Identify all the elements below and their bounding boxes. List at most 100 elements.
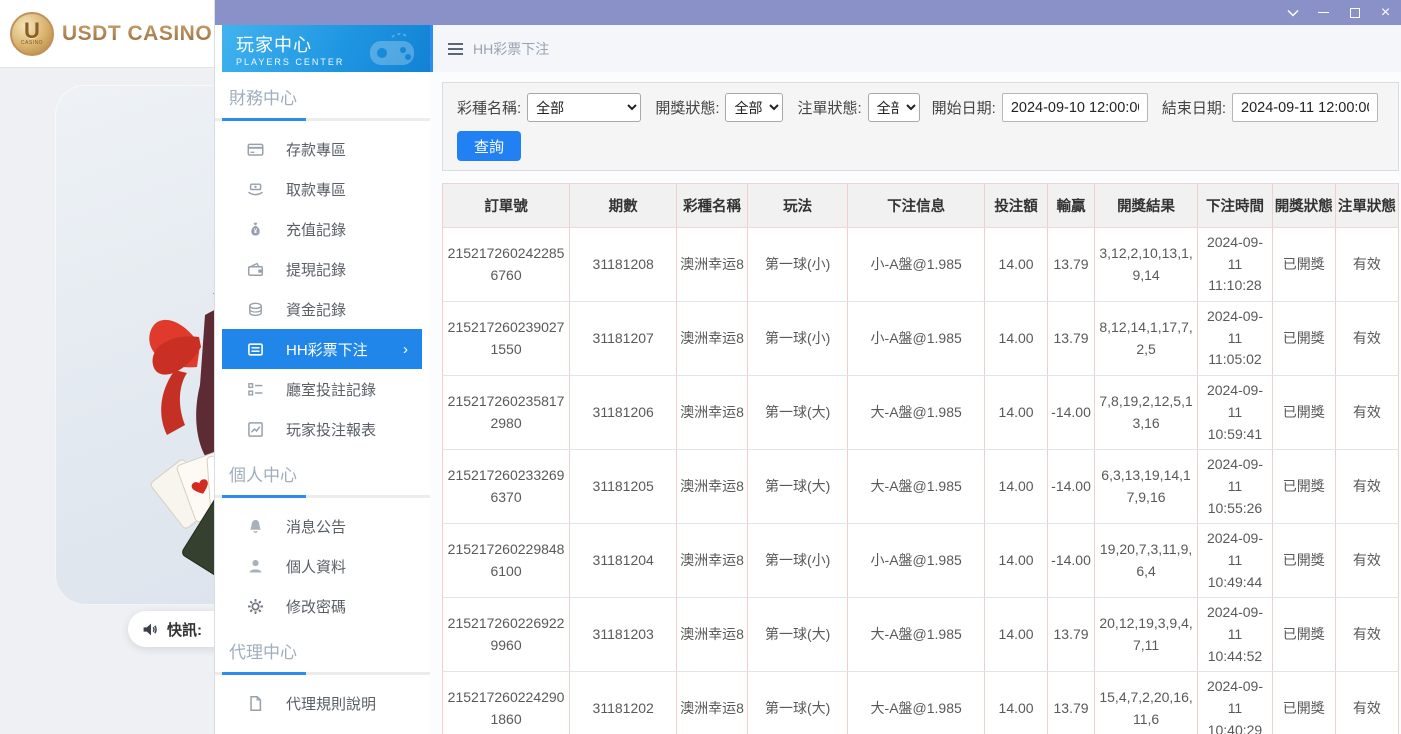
table-cell: 13.79	[1048, 302, 1095, 376]
table-cell: 2152172602298486100	[443, 524, 570, 598]
window-close-button[interactable]: ×	[1370, 0, 1401, 25]
table-row: 215217260239027155031181207澳洲幸运8第一球(小)小-…	[443, 302, 1399, 376]
sidebar-item-deposit-zone[interactable]: 存款專區	[215, 129, 430, 169]
start-date-label: 開始日期:	[932, 97, 996, 118]
money-bag-icon: ¥	[247, 221, 264, 238]
section-divider	[215, 118, 430, 121]
table-cell: 2152172602269229960	[443, 598, 570, 672]
sidebar-header: 玩家中心 PLAYERS CENTER	[222, 25, 430, 72]
table-cell: 20,12,19,3,9,4,7,11	[1094, 598, 1197, 672]
table-cell: 2152172602242901860	[443, 672, 570, 734]
sidebar-item-agent-rules[interactable]: 代理規則說明	[215, 683, 430, 723]
table-row: 215217260229848610031181204澳洲幸运8第一球(小)小-…	[443, 524, 1399, 598]
table-cell: 小-A盤@1.985	[848, 302, 985, 376]
draw-status-select[interactable]: 全部	[725, 93, 783, 122]
sidebar-item-change-password[interactable]: 修改密碼	[215, 586, 430, 626]
table-cell: 有效	[1335, 524, 1398, 598]
promo-card	[55, 85, 215, 605]
sidebar-item-recharge-record[interactable]: ¥ 充值記錄	[215, 209, 430, 249]
minimize-icon	[1318, 12, 1329, 13]
table-cell: 2024-09-11 10:40:29	[1198, 672, 1273, 734]
hamburger-menu-icon[interactable]	[448, 43, 463, 55]
bets-table: 訂單號期數彩種名稱玩法下注信息投注額輸贏開獎結果下注時間開獎狀態注單狀態 215…	[442, 183, 1399, 734]
table-cell: 大-A盤@1.985	[848, 598, 985, 672]
news-ticker: 快訊:	[128, 611, 215, 647]
table-cell: 澳洲幸运8	[677, 524, 748, 598]
content-area: 彩種名稱: 全部 開獎狀態: 全部 注單狀態: 全部 開始日期: 結束日期: 查…	[430, 72, 1401, 734]
table-cell: 2152172602358172980	[443, 376, 570, 450]
window-maximize-button[interactable]	[1339, 0, 1370, 25]
window-minimize-button[interactable]	[1308, 0, 1339, 25]
table-cell: 6,3,13,19,14,17,9,16	[1094, 450, 1197, 524]
close-icon: ×	[1381, 5, 1390, 21]
section-title: 個人中心	[215, 461, 430, 486]
column-header: 期數	[570, 184, 677, 228]
table-cell: 澳洲幸运8	[677, 228, 748, 302]
section-title: 財務中心	[215, 84, 430, 109]
sidebar-item-profile[interactable]: 個人資料	[215, 546, 430, 586]
table-row: 215217260224290186031181202澳洲幸运8第一球(大)大-…	[443, 672, 1399, 734]
column-header: 注單狀態	[1335, 184, 1398, 228]
breadcrumb-bar: HH彩票下注	[430, 25, 1401, 72]
wallet-icon	[247, 261, 264, 278]
table-cell: 13.79	[1048, 598, 1095, 672]
table-cell: 已開獎	[1272, 598, 1335, 672]
table-cell: 14.00	[985, 524, 1048, 598]
table-cell: 澳洲幸运8	[677, 302, 748, 376]
table-cell: 31181205	[570, 450, 677, 524]
filter-panel: 彩種名稱: 全部 開獎狀態: 全部 注單狀態: 全部 開始日期: 結束日期: 查…	[442, 82, 1399, 171]
table-cell: 31181203	[570, 598, 677, 672]
sidebar-item-room-bet-record[interactable]: 廳室投註記錄	[215, 369, 430, 409]
table-cell: 已開獎	[1272, 302, 1335, 376]
coin-letter: U	[24, 22, 40, 40]
sidebar-section-finance: 財務中心 存款專區 取款專區 ¥ 充值記錄	[215, 84, 430, 449]
table-cell: -14.00	[1048, 376, 1095, 450]
draw-status-label: 開獎狀態:	[655, 97, 719, 118]
brand-name: USDT CASINO	[62, 22, 212, 46]
table-cell: 有效	[1335, 228, 1398, 302]
end-date-input[interactable]	[1232, 93, 1378, 122]
table-cell: 澳洲幸运8	[677, 450, 748, 524]
lottery-name-select[interactable]: 全部	[527, 93, 641, 122]
table-cell: 2024-09-11 10:55:26	[1198, 450, 1273, 524]
sidebar-item-funds-record[interactable]: 資金記錄	[215, 289, 430, 329]
lottery-name-label: 彩種名稱:	[457, 97, 521, 118]
sidebar-item-announcements[interactable]: 消息公告	[215, 506, 430, 546]
sidebar-item-withdrawal-record[interactable]: 提現記錄	[215, 249, 430, 289]
window-collapse-button[interactable]	[1277, 0, 1308, 25]
query-button[interactable]: 查詢	[457, 131, 521, 161]
start-date-input[interactable]	[1002, 93, 1148, 122]
table-cell: 大-A盤@1.985	[848, 376, 985, 450]
column-header: 下注信息	[848, 184, 985, 228]
table-cell: 第一球(大)	[747, 598, 847, 672]
table-cell: 3,12,2,10,13,1,9,14	[1094, 228, 1197, 302]
column-header: 投注額	[985, 184, 1048, 228]
table-cell: -14.00	[1048, 524, 1095, 598]
table-cell: 14.00	[985, 302, 1048, 376]
table-row: 215217260233269637031181205澳洲幸运8第一球(大)大-…	[443, 450, 1399, 524]
sidebar-item-hh-lottery-bets[interactable]: HH彩票下注 ›	[222, 329, 422, 369]
withdraw-hand-icon	[247, 181, 264, 198]
table-cell: 已開獎	[1272, 376, 1335, 450]
table-row: 215217260235817298031181206澳洲幸运8第一球(大)大-…	[443, 376, 1399, 450]
sidebar-item-player-bet-report[interactable]: 玩家投注報表	[215, 409, 430, 449]
table-cell: 第一球(小)	[747, 524, 847, 598]
sidebar-item-withdraw-zone[interactable]: 取款專區	[215, 169, 430, 209]
column-header: 下注時間	[1198, 184, 1273, 228]
table-cell: 2024-09-11 11:05:02	[1198, 302, 1273, 376]
table-cell: 小-A盤@1.985	[848, 524, 985, 598]
sidebar-section-personal: 個人中心 消息公告 個人資料 修改密碼	[215, 461, 430, 626]
breadcrumb: HH彩票下注	[473, 39, 549, 59]
table-cell: 2024-09-11 11:10:28	[1198, 228, 1273, 302]
order-status-select[interactable]: 全部	[868, 93, 920, 122]
section-title: 代理中心	[215, 638, 430, 663]
table-cell: 第一球(大)	[747, 672, 847, 734]
sidebar-item-agent-promotion[interactable]: 代理推廣管理	[215, 723, 430, 734]
gear-icon	[247, 598, 264, 615]
table-cell: 14.00	[985, 228, 1048, 302]
logo-bar: U CASINO USDT CASINO	[0, 0, 214, 68]
column-header: 輸贏	[1048, 184, 1095, 228]
table-cell: 有效	[1335, 672, 1398, 734]
table-cell: 31181202	[570, 672, 677, 734]
table-cell: 大-A盤@1.985	[848, 450, 985, 524]
